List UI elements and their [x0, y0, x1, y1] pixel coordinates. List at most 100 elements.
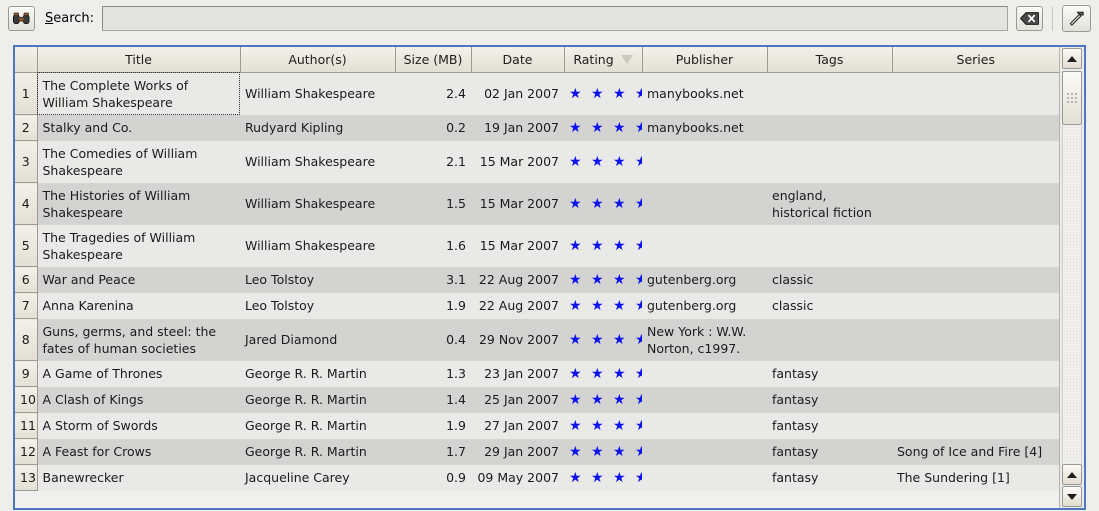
cell-date[interactable]: 15 Mar 2007 [471, 140, 564, 183]
cell-rating[interactable]: ★ ★ ★ ★ ★ [564, 292, 642, 319]
cell-rating[interactable]: ★ ★ ★ ★ ★ [564, 318, 642, 361]
cell-title[interactable]: War and Peace [37, 266, 240, 293]
cell-rating[interactable]: ★ ★ ★ ★ ★ [564, 182, 642, 225]
cell-size[interactable]: 0.9 [395, 464, 471, 491]
cell-series[interactable] [892, 318, 1059, 361]
cell-publisher[interactable] [642, 360, 767, 387]
cell-size[interactable]: 1.9 [395, 412, 471, 439]
cell-tags[interactable] [767, 140, 892, 183]
cell-tags[interactable]: fantasy [767, 386, 892, 413]
cell-tags[interactable] [767, 114, 892, 141]
cell-publisher[interactable]: gutenberg.org [642, 266, 767, 293]
cell-series[interactable] [892, 182, 1059, 225]
cell-size[interactable]: 0.4 [395, 318, 471, 361]
cell-publisher[interactable] [642, 140, 767, 183]
cell-series[interactable] [892, 266, 1059, 293]
cell-size[interactable]: 1.9 [395, 292, 471, 319]
table-row[interactable]: 7 Anna Karenina Leo Tolstoy 1.9 22 Aug 2007 ★… [15, 292, 1059, 319]
cell-tags[interactable]: classic [767, 266, 892, 293]
cell-title[interactable]: The Histories of William Shakespeare [37, 182, 240, 225]
cell-publisher[interactable]: gutenberg.org [642, 292, 767, 319]
cell-series[interactable] [892, 292, 1059, 319]
cell-title[interactable]: The Tragedies of William Shakespeare [37, 224, 240, 267]
cell-series[interactable] [892, 412, 1059, 439]
cell-series[interactable]: Song of Ice and Fire [4] [892, 438, 1059, 465]
cell-tags[interactable]: england, historical fiction [767, 182, 892, 225]
column-header-pub[interactable]: Publisher [642, 47, 768, 73]
cell-author[interactable]: George R. R. Martin [240, 412, 395, 439]
cell-author[interactable]: William Shakespeare [240, 140, 395, 183]
cell-date[interactable]: 25 Jan 2007 [471, 386, 564, 413]
cell-size[interactable]: 1.4 [395, 386, 471, 413]
cell-size[interactable]: 2.4 [395, 72, 471, 115]
column-header-title[interactable]: Title [37, 47, 241, 73]
cell-author[interactable]: William Shakespeare [240, 72, 395, 115]
cell-tags[interactable]: fantasy [767, 412, 892, 439]
cell-size[interactable]: 0.2 [395, 114, 471, 141]
cell-tags[interactable] [767, 224, 892, 267]
cell-title[interactable]: The Complete Works of William Shakespear… [37, 72, 240, 115]
cell-date[interactable]: 02 Jan 2007 [471, 72, 564, 115]
cell-date[interactable]: 22 Aug 2007 [471, 292, 564, 319]
cell-size[interactable]: 1.3 [395, 360, 471, 387]
cell-rating[interactable]: ★ ★ ★ ★ ★ [564, 140, 642, 183]
search-input[interactable] [102, 6, 1008, 31]
cell-author[interactable]: Leo Tolstoy [240, 292, 395, 319]
cell-title[interactable]: Guns, germs, and steel: the fates of hum… [37, 318, 240, 361]
cell-rating[interactable]: ★ ★ ★ ★ ★ [564, 224, 642, 267]
cell-publisher[interactable]: manybooks.net [642, 72, 767, 115]
table-row[interactable]: 4 The Histories of William Shakespeare Wil… [15, 182, 1059, 225]
cell-author[interactable]: Rudyard Kipling [240, 114, 395, 141]
cell-size[interactable]: 3.1 [395, 266, 471, 293]
cell-publisher[interactable] [642, 412, 767, 439]
cell-date[interactable]: 15 Mar 2007 [471, 182, 564, 225]
table-row[interactable]: 5 The Tragedies of William Shakespeare Wil… [15, 224, 1059, 267]
cell-author[interactable]: Jared Diamond [240, 318, 395, 361]
cell-rating[interactable]: ★ ★ ★ ★ ★ [564, 72, 642, 115]
cell-publisher[interactable] [642, 224, 767, 267]
cell-publisher[interactable]: New York : W.W. Norton, c1997. [642, 318, 767, 361]
table-row[interactable]: 3 The Comedies of William Shakespeare Will… [15, 140, 1059, 183]
cell-series[interactable] [892, 140, 1059, 183]
table-row[interactable]: 1 The Complete Works of William Shakespea… [15, 72, 1059, 115]
cell-date[interactable]: 09 May 2007 [471, 464, 564, 491]
table-row[interactable]: 10 A Clash of Kings George R. R. Martin 1.4… [15, 386, 1059, 413]
table-row[interactable]: 13 Banewrecker Jacqueline Carey 0.9 09 May 2… [15, 464, 1059, 491]
cell-author[interactable]: William Shakespeare [240, 224, 395, 267]
cell-author[interactable]: George R. R. Martin [240, 386, 395, 413]
cell-publisher[interactable] [642, 386, 767, 413]
cell-size[interactable]: 1.7 [395, 438, 471, 465]
cell-date[interactable]: 29 Nov 2007 [471, 318, 564, 361]
cell-series[interactable] [892, 224, 1059, 267]
cell-author[interactable]: William Shakespeare [240, 182, 395, 225]
cell-tags[interactable]: fantasy [767, 360, 892, 387]
cell-publisher[interactable] [642, 464, 767, 491]
cell-title[interactable]: A Feast for Crows [37, 438, 240, 465]
column-header-author[interactable]: Author(s) [240, 47, 396, 73]
cell-series[interactable] [892, 72, 1059, 115]
scrollbar-thumb[interactable] [1062, 71, 1082, 125]
cell-title[interactable]: A Game of Thrones [37, 360, 240, 387]
vertical-scrollbar[interactable] [1059, 47, 1084, 508]
cell-series[interactable] [892, 386, 1059, 413]
column-header-date[interactable]: Date [471, 47, 565, 73]
cell-date[interactable]: 27 Jan 2007 [471, 412, 564, 439]
cell-date[interactable]: 19 Jan 2007 [471, 114, 564, 141]
cell-publisher[interactable] [642, 438, 767, 465]
cell-size[interactable]: 2.1 [395, 140, 471, 183]
cell-author[interactable]: George R. R. Martin [240, 438, 395, 465]
cell-author[interactable]: Leo Tolstoy [240, 266, 395, 293]
scroll-up-button-bottom[interactable] [1062, 464, 1082, 485]
column-header-series[interactable]: Series [892, 47, 1059, 73]
cell-tags[interactable]: classic [767, 292, 892, 319]
cell-tags[interactable]: fantasy [767, 438, 892, 465]
cell-author[interactable]: George R. R. Martin [240, 360, 395, 387]
cell-author[interactable]: Jacqueline Carey [240, 464, 395, 491]
cell-date[interactable]: 15 Mar 2007 [471, 224, 564, 267]
cell-date[interactable]: 23 Jan 2007 [471, 360, 564, 387]
tools-button[interactable] [1062, 5, 1091, 32]
cell-title[interactable]: Banewrecker [37, 464, 240, 491]
cell-rating[interactable]: ★ ★ ★ ★ [564, 438, 642, 465]
table-row[interactable]: 6 War and Peace Leo Tolstoy 3.1 22 Aug 2007 ★… [15, 266, 1059, 293]
cell-title[interactable]: A Storm of Swords [37, 412, 240, 439]
